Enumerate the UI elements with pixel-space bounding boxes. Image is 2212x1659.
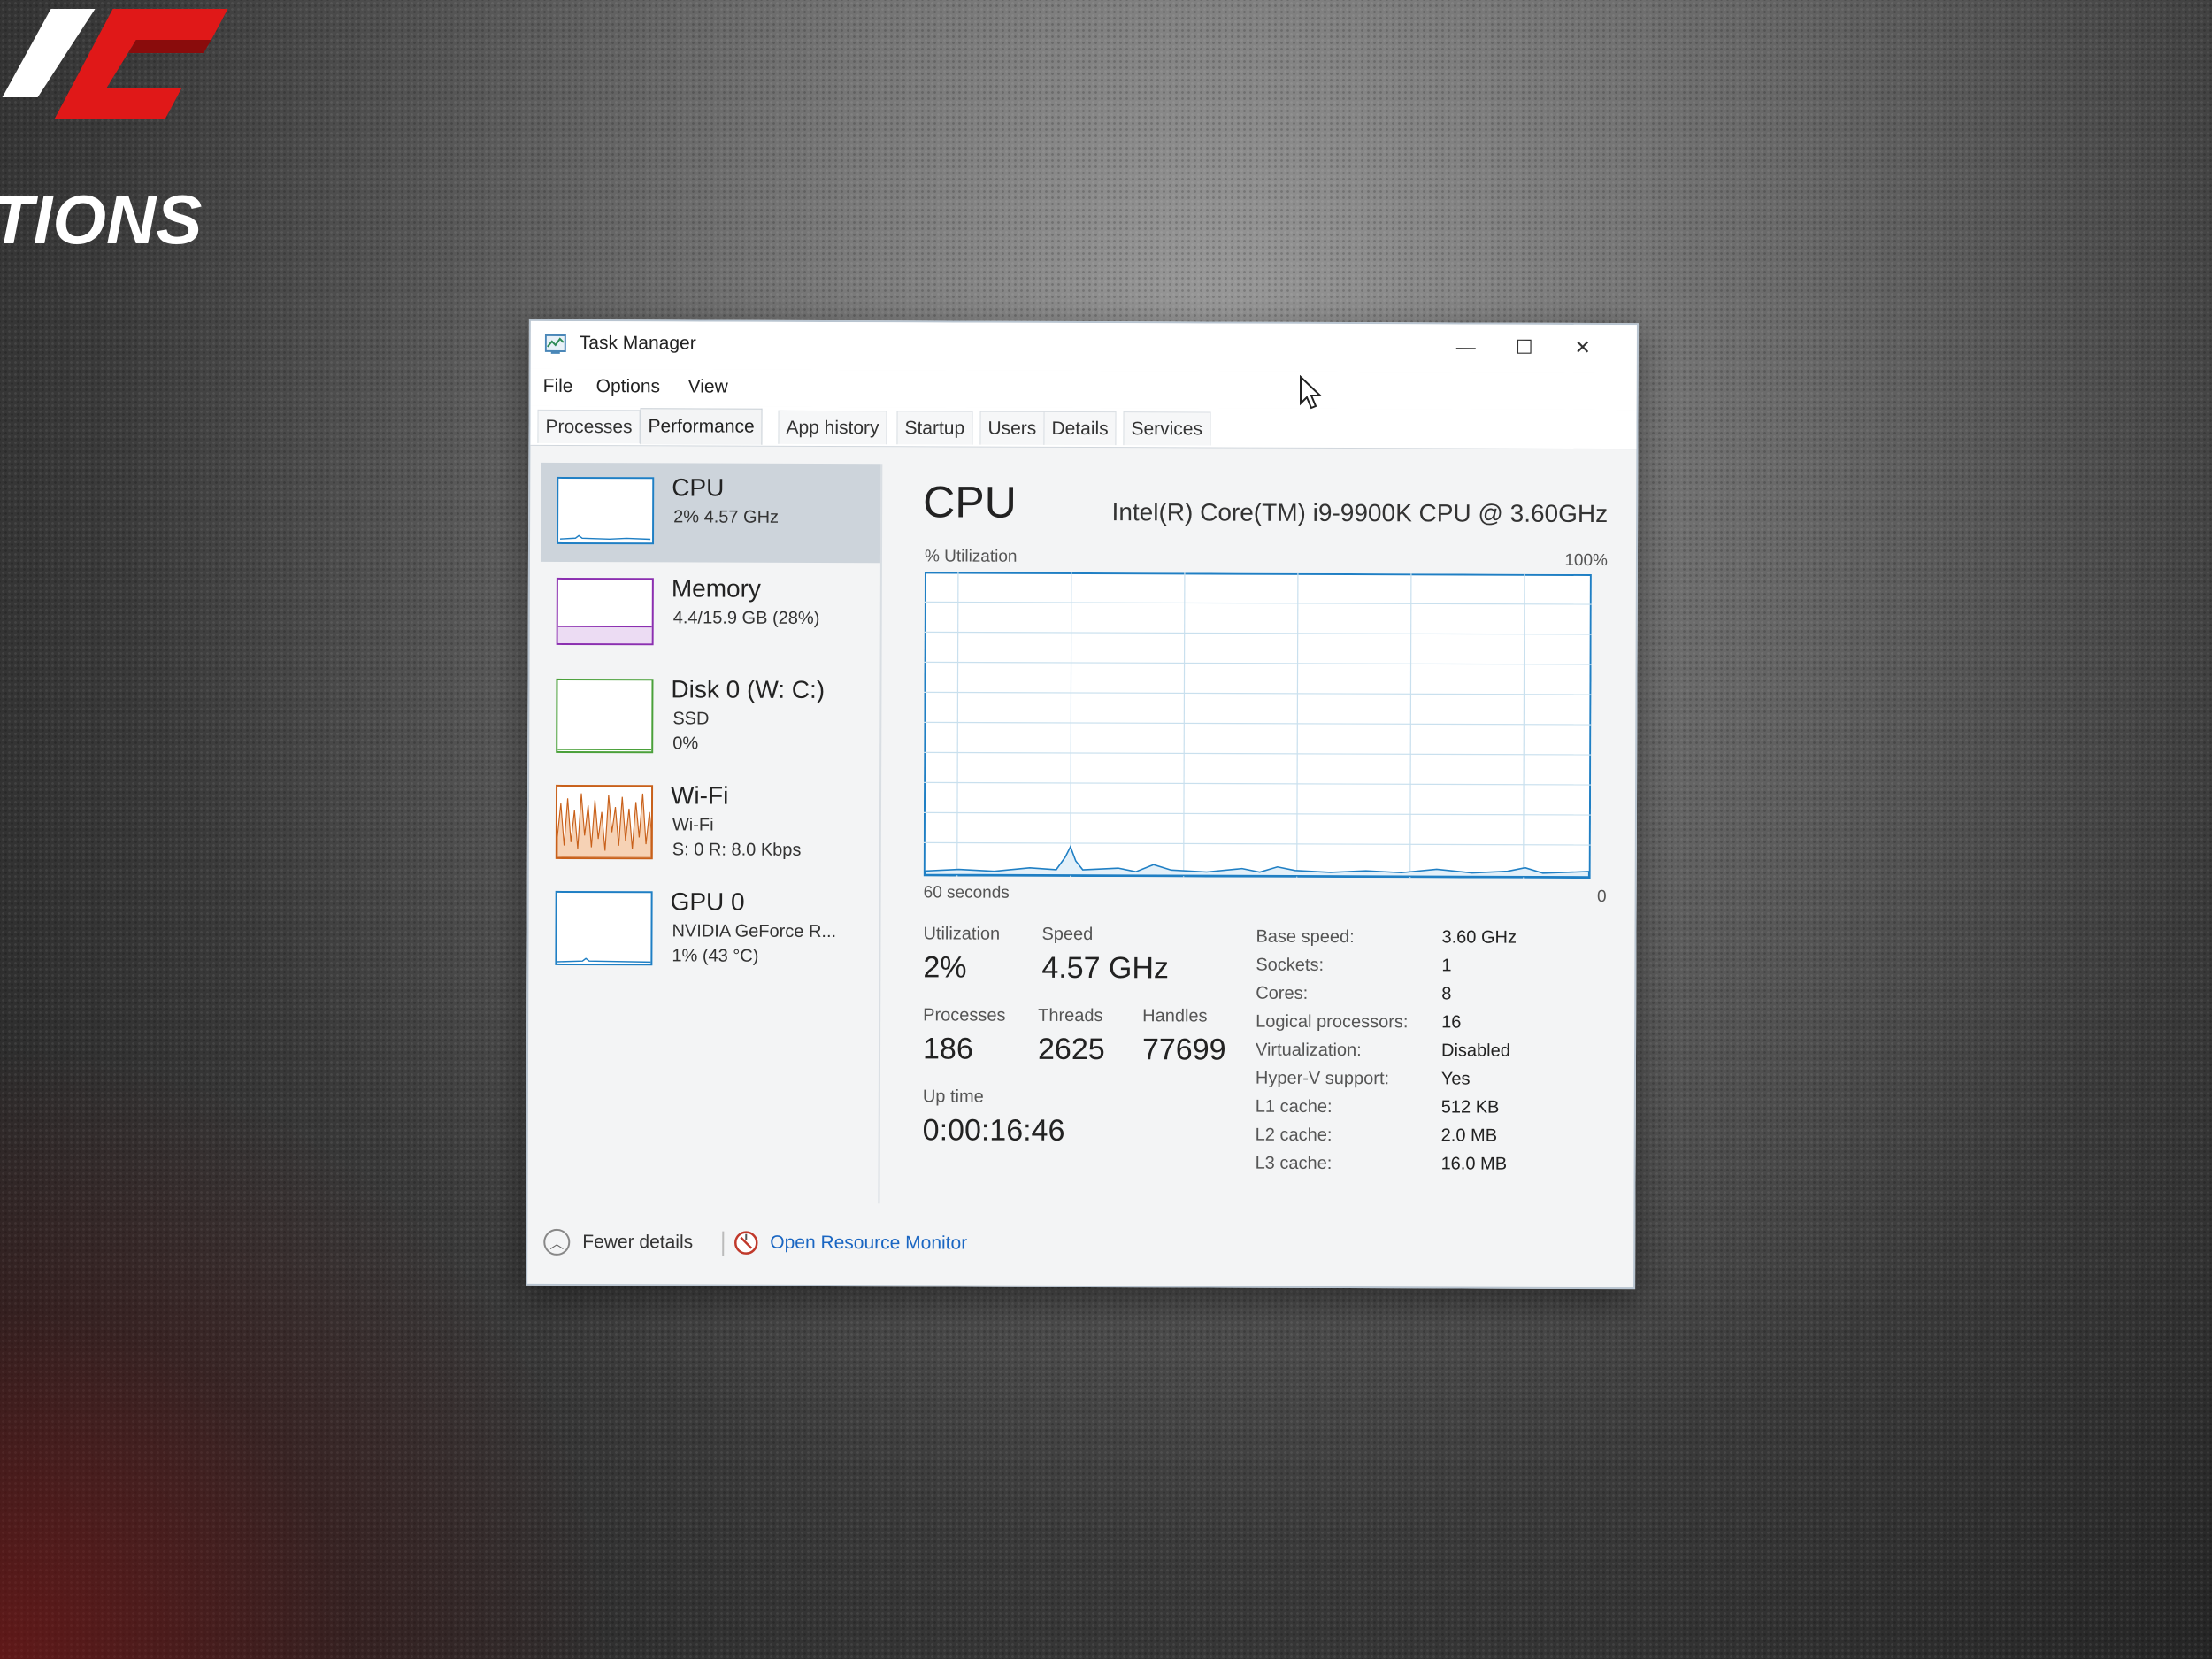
resource-monitor-icon bbox=[734, 1231, 758, 1255]
wifi-thumbnail-graph bbox=[555, 784, 654, 860]
cores-value: 8 bbox=[1441, 984, 1452, 1004]
sidebar-item-subtitle: Wi-Fi bbox=[672, 815, 714, 835]
maximize-icon: ☐ bbox=[1515, 335, 1533, 358]
processes-value: 186 bbox=[922, 1032, 973, 1066]
tab-services[interactable]: Services bbox=[1123, 411, 1211, 446]
sidebar-item-subtitle: 4.4/15.9 GB (28%) bbox=[672, 608, 820, 628]
base-speed-label: Base speed: bbox=[1256, 926, 1355, 948]
handles-label: Handles bbox=[1142, 1006, 1208, 1026]
sidebar-item-memory[interactable]: Memory 4.4/15.9 GB (28%) bbox=[541, 564, 880, 664]
hyper-v-label: Hyper-V support: bbox=[1255, 1068, 1390, 1089]
window-title: Task Manager bbox=[579, 333, 696, 354]
tab-startup[interactable]: Startup bbox=[896, 411, 973, 445]
menu-view[interactable]: View bbox=[688, 376, 728, 397]
sidebar-item-subtitle: NVIDIA GeForce R... bbox=[672, 921, 837, 942]
tab-details[interactable]: Details bbox=[1043, 411, 1117, 446]
cores-label: Cores: bbox=[1256, 983, 1309, 1003]
sidebar-item-title: Wi-Fi bbox=[670, 781, 729, 810]
tab-processes[interactable]: Processes bbox=[537, 409, 641, 444]
uptime-label: Up time bbox=[922, 1087, 984, 1107]
close-icon: ✕ bbox=[1574, 335, 1592, 359]
footer-divider bbox=[722, 1231, 725, 1256]
wallpaper-logo: TIONS bbox=[0, 9, 228, 258]
graph-min-label: 0 bbox=[1597, 887, 1607, 907]
sockets-label: Sockets: bbox=[1256, 955, 1325, 975]
tab-performance[interactable]: Performance bbox=[640, 408, 763, 445]
handles-value: 77699 bbox=[1141, 1033, 1226, 1067]
sidebar-item-wifi[interactable]: Wi-Fi Wi-Fi S: 0 R: 8.0 Kbps bbox=[540, 771, 879, 871]
close-button[interactable]: ✕ bbox=[1554, 330, 1612, 365]
sidebar-item-disk[interactable]: Disk 0 (W: C:) SSD 0% bbox=[540, 664, 879, 764]
l2-cache-label: L2 cache: bbox=[1255, 1125, 1333, 1145]
speed-label: Speed bbox=[1041, 924, 1094, 945]
minimize-icon: — bbox=[1455, 335, 1476, 358]
chevron-up-icon[interactable]: ︿ bbox=[543, 1228, 571, 1256]
footer-bar: ︿ Fewer details Open Resource Monitor bbox=[527, 1208, 1633, 1287]
l1-cache-label: L1 cache: bbox=[1255, 1096, 1333, 1117]
threads-value: 2625 bbox=[1037, 1032, 1105, 1067]
disk-thumbnail-graph bbox=[556, 678, 654, 754]
mouse-pointer-icon bbox=[1300, 375, 1323, 410]
utilization-label: Utilization bbox=[923, 924, 1001, 944]
base-speed-value: 3.60 GHz bbox=[1441, 927, 1517, 948]
l3-cache-value: 16.0 MB bbox=[1440, 1154, 1508, 1174]
threads-label: Threads bbox=[1038, 1005, 1103, 1026]
tab-bar: Processes Performance App history Startu… bbox=[530, 405, 1637, 450]
l2-cache-value: 2.0 MB bbox=[1440, 1125, 1498, 1146]
logo-text: TIONS bbox=[0, 180, 202, 258]
performance-sidebar: CPU 2% 4.57 GHz Memory 4.4/15.9 GB (28%)… bbox=[538, 462, 883, 1204]
task-manager-icon bbox=[544, 334, 566, 354]
sidebar-item-subtitle: SSD bbox=[672, 709, 710, 729]
speed-value: 4.57 GHz bbox=[1041, 950, 1170, 986]
sidebar-item-subtitle: 1% (43 °C) bbox=[672, 946, 759, 966]
utilization-value: 2% bbox=[923, 950, 967, 985]
cpu-utilization-graph bbox=[923, 572, 1592, 879]
virtualization-label: Virtualization: bbox=[1255, 1040, 1362, 1061]
sidebar-item-subtitle: 0% bbox=[672, 733, 699, 754]
open-resource-monitor-link[interactable]: Open Resource Monitor bbox=[770, 1233, 967, 1255]
fewer-details-link[interactable]: Fewer details bbox=[582, 1232, 693, 1253]
minimize-button[interactable]: — bbox=[1437, 329, 1495, 365]
l1-cache-value: 512 KB bbox=[1440, 1097, 1500, 1118]
cpu-thumbnail-graph bbox=[557, 476, 655, 545]
hyper-v-value: Yes bbox=[1440, 1069, 1471, 1089]
tab-app-history[interactable]: App history bbox=[778, 410, 887, 445]
processes-label: Processes bbox=[923, 1005, 1006, 1025]
sidebar-item-subtitle: 2% 4.57 GHz bbox=[673, 507, 780, 527]
graph-utilization-label: % Utilization bbox=[924, 547, 1018, 566]
uptime-value: 0:00:16:46 bbox=[922, 1113, 1065, 1148]
sidebar-item-title: Disk 0 (W: C:) bbox=[671, 675, 826, 703]
sidebar-item-title: Memory bbox=[671, 574, 762, 603]
virtualization-value: Disabled bbox=[1440, 1041, 1510, 1061]
sidebar-item-title: GPU 0 bbox=[670, 887, 745, 916]
graph-max-label: 100% bbox=[1564, 550, 1609, 571]
title-bar[interactable]: Task Manager — ☐ ✕ bbox=[530, 320, 1637, 373]
sidebar-item-title: CPU bbox=[672, 473, 725, 502]
l3-cache-label: L3 cache: bbox=[1255, 1153, 1333, 1173]
sidebar-item-cpu[interactable]: CPU 2% 4.57 GHz bbox=[540, 462, 881, 564]
maximize-button[interactable]: ☐ bbox=[1495, 330, 1554, 365]
task-manager-window: Task Manager — ☐ ✕ File Options View Pro… bbox=[526, 319, 1639, 1290]
menu-options[interactable]: Options bbox=[596, 376, 660, 397]
logical-processors-label: Logical processors: bbox=[1256, 1011, 1409, 1033]
sidebar-item-subtitle: S: 0 R: 8.0 Kbps bbox=[672, 840, 802, 860]
sidebar-item-gpu[interactable]: GPU 0 NVIDIA GeForce R... 1% (43 °C) bbox=[539, 877, 879, 977]
menu-bar: File Options View bbox=[530, 368, 1637, 411]
memory-thumbnail-graph bbox=[556, 577, 654, 646]
tab-users[interactable]: Users bbox=[979, 411, 1045, 445]
page-title: CPU bbox=[923, 477, 1017, 527]
graph-time-label: 60 seconds bbox=[923, 883, 1010, 902]
sockets-value: 1 bbox=[1441, 956, 1452, 976]
gpu-thumbnail-graph bbox=[555, 890, 653, 966]
logical-processors-value: 16 bbox=[1441, 1012, 1462, 1033]
cpu-model-name: Intel(R) Core(TM) i9-9900K CPU @ 3.60GHz bbox=[1111, 498, 1609, 528]
cpu-detail-panel: CPU Intel(R) Core(TM) i9-9900K CPU @ 3.6… bbox=[906, 464, 1611, 1206]
menu-file[interactable]: File bbox=[543, 376, 573, 397]
